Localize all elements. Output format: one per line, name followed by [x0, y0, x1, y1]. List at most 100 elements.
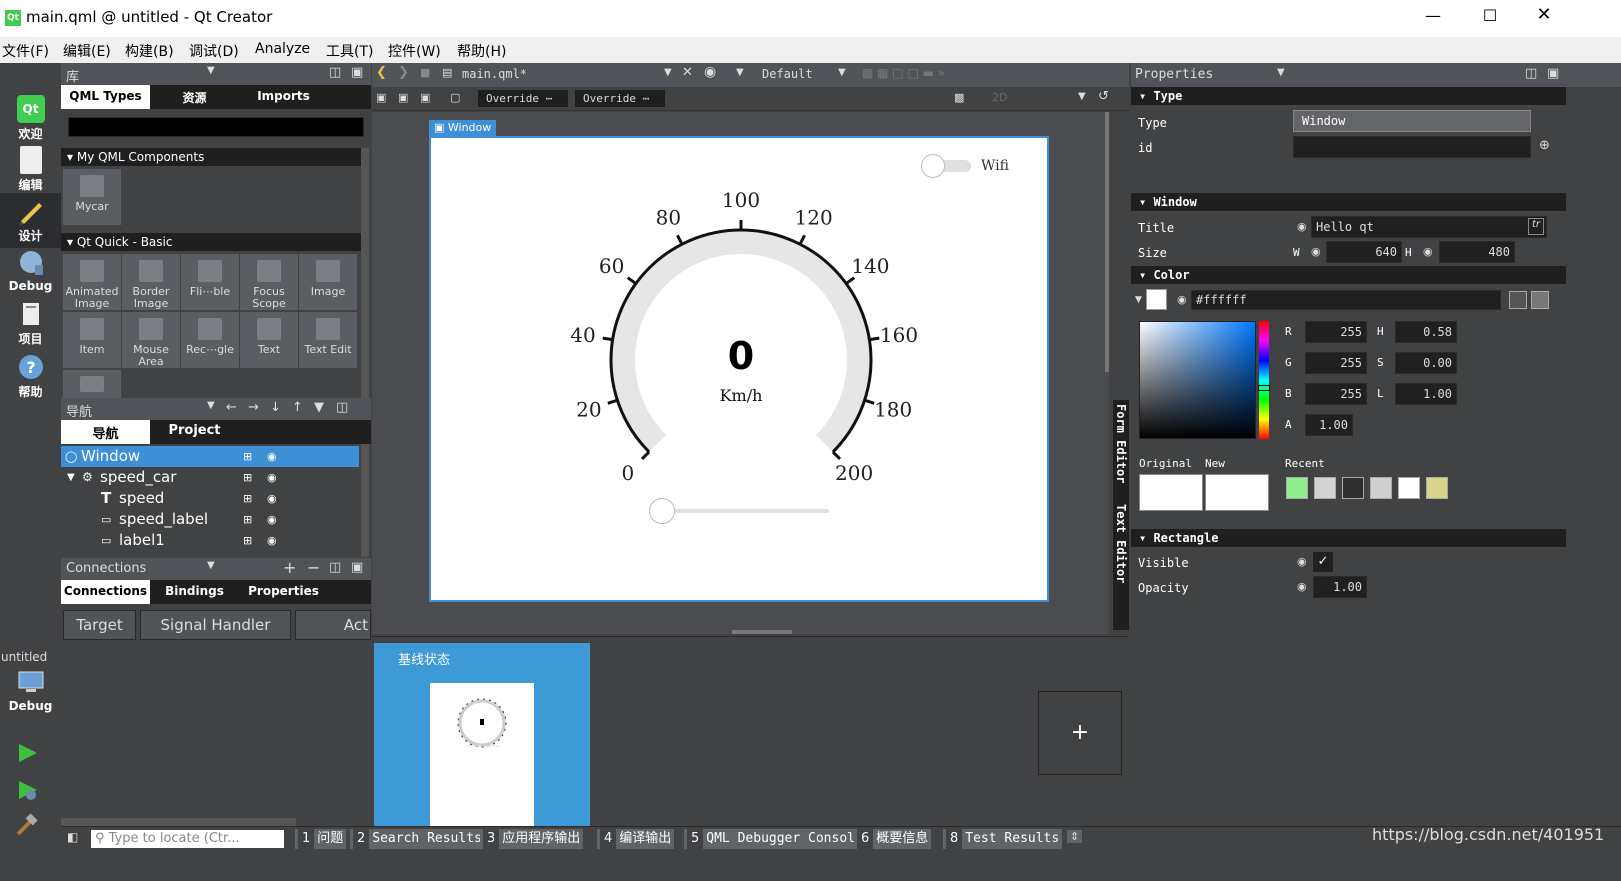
tile-mouse-area[interactable]: Mouse Area	[122, 312, 180, 368]
tab-connections[interactable]: Connections	[61, 580, 150, 604]
recent-color-swatch[interactable]	[1314, 477, 1336, 499]
color-picker-button[interactable]	[1531, 291, 1549, 309]
section-rectangle[interactable]: ▾ Rectangle	[1131, 529, 1566, 547]
section-my-components[interactable]: ▾ My QML Components	[61, 148, 361, 166]
filter-icon[interactable]: ▼	[314, 400, 324, 415]
hsl-spinbox[interactable]: 1.00	[1395, 383, 1457, 405]
connections-dropdown-icon[interactable]: ▼	[207, 560, 215, 571]
channel-spinbox[interactable]: 255	[1305, 321, 1367, 343]
mode-welcome[interactable]: Qt 欢迎	[0, 95, 61, 142]
recent-color-swatch[interactable]	[1342, 477, 1364, 499]
tab-properties[interactable]: Properties	[239, 580, 328, 604]
translate-button[interactable]: tr	[1528, 218, 1544, 235]
close-pane-icon[interactable]: ▣	[351, 65, 363, 80]
width-spinbox[interactable]: 640	[1326, 241, 1402, 263]
file-dropdown-icon[interactable]: ▼	[664, 67, 672, 78]
width-binding-icon[interactable]: ◉	[1311, 245, 1321, 258]
connections-hscroll[interactable]	[61, 818, 296, 826]
mode-2d-selector[interactable]: 2D	[992, 91, 1007, 104]
height-spinbox[interactable]: 480	[1439, 241, 1515, 263]
tree-row-label1[interactable]: ▭ label1 ⊞ ◉	[61, 530, 359, 551]
tab-text-editor[interactable]: Text Editor	[1114, 504, 1128, 583]
section-type[interactable]: ▾ Type	[1131, 87, 1566, 105]
minimize-button[interactable]: —	[1413, 6, 1453, 30]
tile-text-edit[interactable]: Text Edit	[299, 312, 357, 368]
tile-image[interactable]: Image	[299, 254, 357, 310]
debug-run-button[interactable]	[15, 778, 39, 806]
navigator-scrollbar[interactable]	[361, 444, 369, 557]
maximize-button[interactable]: ☐	[1470, 6, 1510, 30]
toggle-sidebar-icon[interactable]: ◧	[67, 830, 78, 844]
menu-tools[interactable]: 工具(T)	[326, 41, 373, 61]
recent-color-swatch[interactable]	[1370, 477, 1392, 499]
canvas-vscroll[interactable]	[1105, 112, 1109, 372]
tab-qml-types[interactable]: QML Types	[61, 85, 150, 109]
mode-design[interactable]: 设计	[0, 193, 61, 248]
add-connection-icon[interactable]: +	[283, 558, 296, 577]
visibility-eye-icon[interactable]: ◉	[267, 509, 277, 530]
tile-text[interactable]: Text	[240, 312, 298, 368]
color-preview-swatch[interactable]	[1146, 289, 1167, 310]
kit-selector[interactable]: Debug	[0, 669, 61, 713]
tree-row-window[interactable]: ◯ Window ⊞ ◉	[61, 446, 359, 467]
menu-build[interactable]: 构建(B)	[125, 41, 174, 61]
close-pane-icon[interactable]: ▣	[1547, 66, 1559, 81]
slider-handle[interactable]	[649, 498, 675, 524]
output-tab[interactable]: 2 Search Results	[350, 829, 485, 849]
original-color-swatch[interactable]	[1139, 474, 1203, 511]
lock-toggle-icon[interactable]: ⊞	[243, 488, 252, 509]
style-selector[interactable]: Default	[762, 67, 813, 81]
new-color-swatch[interactable]	[1205, 474, 1269, 511]
output-tab[interactable]: 8 Test Results	[943, 829, 1063, 849]
properties-dropdown-icon[interactable]: ▼	[1277, 67, 1285, 78]
split-icon[interactable]: ◫	[1525, 66, 1537, 81]
tile-item[interactable]: Item	[63, 312, 121, 368]
show-bounds-icon[interactable]: ▣	[420, 91, 430, 104]
window-preview[interactable]: 0 20 40 60 80 100 120 140 160 180 200 0 Km/h Wifi	[429, 136, 1049, 602]
recent-color-swatch[interactable]	[1286, 477, 1308, 499]
snap-icon[interactable]: ▣	[376, 91, 386, 104]
mode-projects[interactable]: 项目	[0, 300, 61, 347]
fit-icon[interactable]: ▢	[450, 91, 460, 104]
snap-anchor-icon[interactable]: ▣	[398, 91, 408, 104]
hsl-spinbox[interactable]: 0.58	[1395, 321, 1457, 343]
color-binding-icon[interactable]: ◉	[1177, 293, 1187, 306]
tab-project[interactable]: Project	[150, 420, 239, 444]
library-scrollbar[interactable]	[361, 148, 369, 398]
visibility-eye-icon[interactable]: ◉	[267, 467, 277, 488]
background-color-icon[interactable]: ▩	[954, 91, 964, 104]
arrow-left-icon[interactable]: ←	[226, 400, 237, 415]
opacity-binding-icon[interactable]: ◉	[1297, 580, 1307, 593]
output-tab[interactable]: 4 编译输出	[597, 829, 675, 849]
canvas-hscroll[interactable]	[732, 630, 792, 634]
color-hex-field[interactable]: #ffffff	[1191, 290, 1501, 310]
tile-flickable[interactable]: Fli⋯ble	[181, 254, 239, 310]
tab-bindings[interactable]: Bindings	[150, 580, 239, 604]
tree-row-speed-car[interactable]: ▼ ⚙ speed_car ⊞ ◉	[61, 467, 359, 488]
output-tabs-more-icon[interactable]: ⇕	[1067, 830, 1083, 843]
override-width-field[interactable]: Override ⋯	[478, 90, 568, 107]
mode-help[interactable]: ? 帮助	[0, 353, 61, 400]
expand-arrow-icon[interactable]: ▼	[67, 467, 75, 488]
override-height-field[interactable]: Override ⋯	[575, 90, 665, 107]
build-button[interactable]	[15, 813, 39, 841]
arrow-down-icon[interactable]: ↓	[270, 400, 281, 415]
mode-edit[interactable]: 编辑	[0, 146, 61, 193]
hue-slider-handle[interactable]	[1258, 385, 1270, 391]
split-icon[interactable]: ◫	[329, 560, 341, 575]
tab-resources[interactable]: 资源	[150, 85, 239, 109]
column-action[interactable]: Act	[295, 610, 371, 640]
recent-color-swatch[interactable]	[1398, 477, 1420, 499]
section-color[interactable]: ▾ Color	[1131, 266, 1566, 284]
section-window[interactable]: ▾ Window	[1131, 193, 1566, 211]
form-editor-canvas[interactable]: ▣ Window 0 20 40 60 80 100 120 140 160 180 200 0 K…	[372, 112, 1109, 634]
close-file-icon[interactable]: ✕	[682, 65, 693, 80]
mode-debug[interactable]: Debug	[0, 249, 61, 293]
column-target[interactable]: Target	[63, 610, 136, 640]
title-binding-icon[interactable]: ◉	[1297, 220, 1307, 233]
tab-form-editor[interactable]: Form Editor	[1114, 404, 1128, 483]
speed-slider[interactable]	[649, 498, 831, 524]
lock-toggle-icon[interactable]: ⊞	[243, 446, 252, 467]
split-icon[interactable]: ◫	[329, 65, 341, 80]
channel-spinbox[interactable]: 1.00	[1305, 414, 1353, 436]
